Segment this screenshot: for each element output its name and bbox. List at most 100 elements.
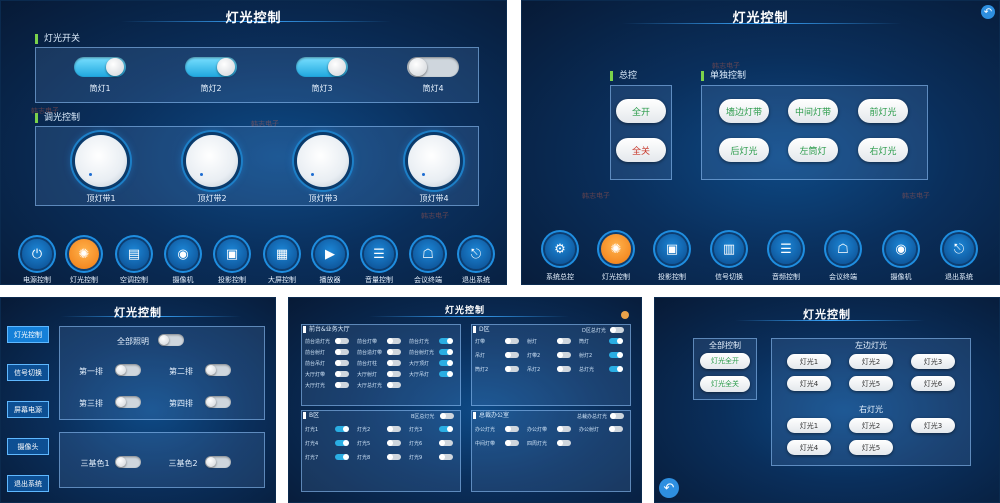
all-off-button[interactable]: 灯光全关 [700,376,750,392]
nav-light-button[interactable]: ✺ [601,234,631,264]
zone-item-toggle[interactable] [335,382,349,388]
side-button-exit[interactable]: 退出系统 [7,475,49,492]
all-on-button[interactable]: 全开 [616,99,666,123]
toggle-color-2[interactable] [205,456,231,468]
light-button-middle-strip[interactable]: 中间灯带 [788,99,838,123]
zone-item-toggle[interactable] [609,426,623,432]
nav-camera-button[interactable]: ◉ [886,234,916,264]
zone-item-toggle[interactable] [505,426,519,432]
light-button[interactable]: 灯光4 [787,376,831,391]
zone-item-toggle[interactable] [387,382,401,388]
zone-item-toggle[interactable] [439,371,453,377]
zone-item-toggle[interactable] [387,349,401,355]
nav-projector-button[interactable]: ▣ [657,234,687,264]
zone-item-toggle[interactable] [439,454,453,460]
back-icon[interactable]: ↶ [659,478,679,498]
toggle-light-3[interactable] [296,57,348,77]
zone-item-toggle[interactable] [335,454,349,460]
nav-exit-button[interactable]: ⎋ [461,239,491,269]
nav-bigscreen-button[interactable]: ▦ [267,239,297,269]
light-button[interactable]: 灯光6 [911,376,955,391]
toggle-row-3[interactable] [115,396,141,408]
light-button[interactable]: 灯光2 [849,418,893,433]
zone-item-toggle[interactable] [335,349,349,355]
side-button-screen-power[interactable]: 屏幕电源 [7,401,49,418]
zone-item-toggle[interactable] [335,338,349,344]
nav-projector-button[interactable]: ▣ [217,239,247,269]
zone-item-toggle[interactable] [557,352,571,358]
light-button-rear[interactable]: 后灯光 [719,138,769,162]
zone-item-toggle[interactable] [439,426,453,432]
light-button[interactable]: 灯光3 [911,354,955,369]
side-button-signal[interactable]: 信号切换 [7,364,49,381]
nav-camera-button[interactable]: ◉ [168,239,198,269]
zone-item-toggle[interactable] [335,440,349,446]
all-off-button[interactable]: 全关 [616,138,666,162]
toggle-row-1[interactable] [115,364,141,376]
nav-exit-button[interactable]: ⎋ [944,234,974,264]
nav-power-button[interactable]: ⏻ [22,239,52,269]
toggle-all-lighting[interactable] [158,334,184,346]
side-button-light[interactable]: 灯光控制 [7,326,49,343]
zone-item-toggle[interactable] [387,454,401,460]
nav-light-button[interactable]: ✺ [69,239,99,269]
nav-aircon-button[interactable]: ▤ [119,239,149,269]
toggle-light-2[interactable] [185,57,237,77]
light-button[interactable]: 灯光2 [849,354,893,369]
nav-player-button[interactable]: ▶ [315,239,345,269]
zone-item-toggle[interactable] [387,371,401,377]
all-on-button[interactable]: 灯光全开 [700,353,750,369]
settings-icon[interactable] [621,311,629,319]
zone-item-toggle[interactable] [557,440,571,446]
toggle-light-1[interactable] [74,57,126,77]
nav-audio-button[interactable]: ☰ [771,234,801,264]
nav-conference-button[interactable]: ☖ [413,239,443,269]
zone-item-toggle[interactable] [439,440,453,446]
zone-item-toggle[interactable] [335,371,349,377]
nav-system-button[interactable]: ⚙ [545,234,575,264]
zone-item-toggle[interactable] [557,426,571,432]
zone-item-toggle[interactable] [387,338,401,344]
zone-item-toggle[interactable] [335,360,349,366]
zone-item-toggle[interactable] [387,440,401,446]
light-button-left-downlight[interactable]: 左筒灯 [788,138,838,162]
zone-item-toggle[interactable] [335,426,349,432]
zone-item-toggle[interactable] [439,360,453,366]
light-button-front[interactable]: 前灯光 [858,99,908,123]
zone-item-toggle[interactable] [609,366,623,372]
nav-volume-button[interactable]: ☰ [364,239,394,269]
light-button[interactable]: 灯光5 [849,376,893,391]
toggle-light-4[interactable] [407,57,459,77]
toggle-color-1[interactable] [115,456,141,468]
zone-item-toggle[interactable] [557,366,571,372]
toggle-row-2[interactable] [205,364,231,376]
nav-conference-button[interactable]: ☖ [828,234,858,264]
light-button[interactable]: 灯光4 [787,440,831,455]
zone-item-toggle[interactable] [439,349,453,355]
light-button[interactable]: 灯光3 [911,418,955,433]
toggle-row-4[interactable] [205,396,231,408]
light-button-wall-strip[interactable]: 墙边灯带 [719,99,769,123]
dimmer-dial-3[interactable] [297,135,349,187]
zone-item-toggle[interactable] [505,366,519,372]
dimmer-dial-2[interactable] [186,135,238,187]
back-icon[interactable]: ↶ [981,5,995,19]
zone-b-master-toggle[interactable] [610,327,624,333]
zone-d-master-toggle[interactable] [610,413,624,419]
light-button[interactable]: 灯光1 [787,354,831,369]
zone-item-toggle[interactable] [505,338,519,344]
light-button-right[interactable]: 右灯光 [858,138,908,162]
zone-item-toggle[interactable] [609,338,623,344]
zone-item-toggle[interactable] [505,352,519,358]
light-button[interactable]: 灯光5 [849,440,893,455]
zone-item-toggle[interactable] [609,352,623,358]
light-button[interactable]: 灯光1 [787,418,831,433]
zone-item-toggle[interactable] [557,338,571,344]
zone-item-toggle[interactable] [387,426,401,432]
side-button-camera[interactable]: 摄像头 [7,438,49,455]
dimmer-dial-4[interactable] [408,135,460,187]
zone-item-toggle[interactable] [439,338,453,344]
zone-item-toggle[interactable] [387,360,401,366]
zone-item-toggle[interactable] [505,440,519,446]
zone-c-master-toggle[interactable] [440,413,454,419]
